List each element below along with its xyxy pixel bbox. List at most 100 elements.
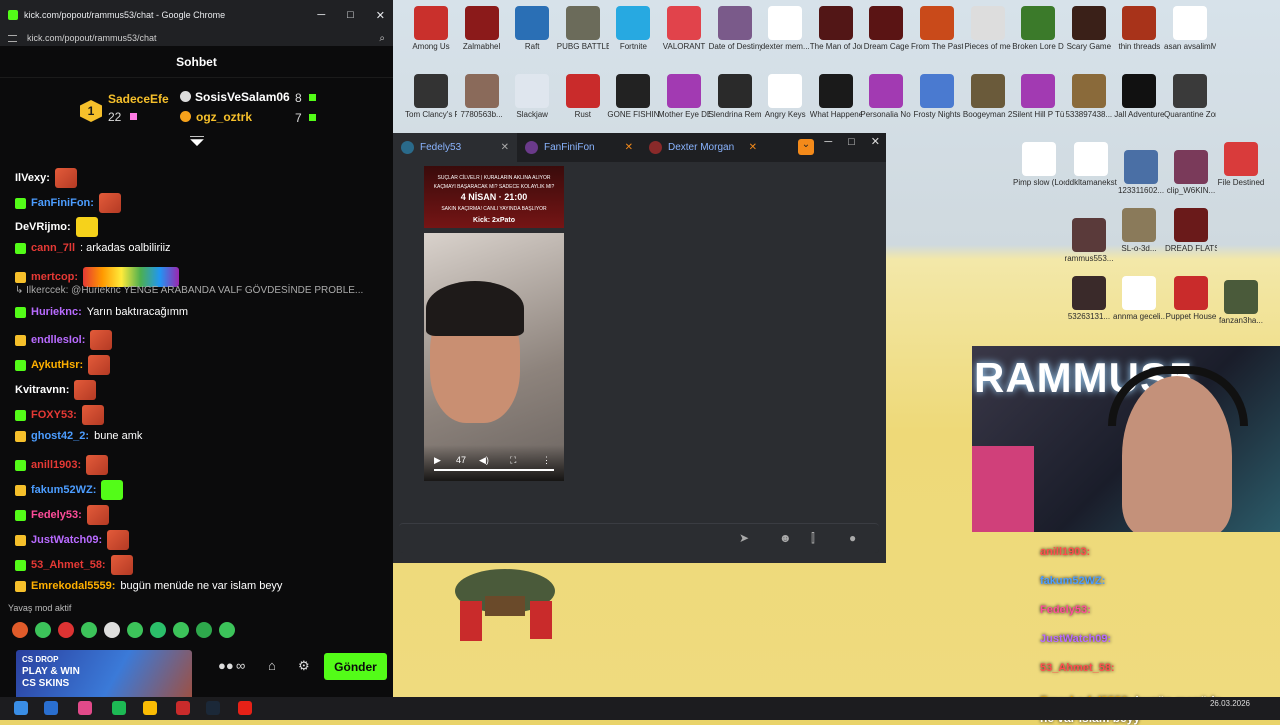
search-icon[interactable]: ⌕ (379, 33, 385, 44)
tab-fanfinifon[interactable]: FanFiniFon ✕ (517, 133, 641, 162)
close-icon[interactable]: ✕ (625, 142, 633, 153)
desktop-icon[interactable]: Broken Lore DON'T W... (1012, 6, 1064, 51)
infinity-icon[interactable]: ∞ (236, 658, 245, 673)
app-icon[interactable] (78, 701, 92, 715)
desktop-icon[interactable]: Fortnite (607, 6, 659, 51)
message-input[interactable]: ➤ ☻ ⫿ ● (399, 523, 879, 553)
event-poster-image[interactable]: SUÇLAR CİLVELR | KURALARIN AKLINA ALIYOR… (424, 166, 564, 228)
chat-username[interactable]: FanFiniFon: (31, 197, 94, 209)
gear-icon[interactable]: ⚙ (298, 658, 310, 674)
youtube-icon[interactable] (238, 701, 252, 715)
chat-username[interactable]: IlVexy: (15, 172, 50, 184)
desktop-icon[interactable]: Jall Adventure (1113, 74, 1165, 119)
desktop-icon[interactable]: Slendrina Remake (709, 74, 761, 119)
emote-icon[interactable] (12, 622, 28, 638)
more-icon[interactable]: ⋮ (542, 455, 551, 466)
chat-username[interactable]: JustWatch09: (31, 534, 102, 546)
desktop-icon[interactable]: Zalmabhel (456, 6, 508, 51)
desktop-icon[interactable]: Pieces of me (962, 6, 1014, 51)
desktop-icon[interactable]: Frosty Nights (911, 74, 963, 119)
play-icon[interactable]: ▶ (434, 455, 441, 466)
desktop-icon[interactable]: DREAD FLATS (1165, 208, 1217, 253)
desktop-icon[interactable]: dexter mem... (759, 6, 811, 51)
close-icon[interactable]: ✕ (749, 142, 757, 153)
desktop-icon[interactable]: Scary Game (1063, 6, 1115, 51)
chat-username[interactable]: mertcop: (31, 271, 78, 283)
desktop-icon[interactable]: From The Past (911, 6, 963, 51)
emote-icon[interactable] (35, 622, 51, 638)
chat-username[interactable]: cann_7ll (31, 242, 75, 254)
desktop-icon[interactable]: Rust (557, 74, 609, 119)
chat-username[interactable]: anill1903: (31, 459, 81, 471)
chat-username[interactable]: 53_Ahmet_58: (31, 559, 106, 571)
desktop-icon[interactable]: The Man of Jonah (810, 6, 862, 51)
desktop-icon[interactable]: VALORANT (658, 6, 710, 51)
steam-icon[interactable] (206, 701, 220, 715)
video-player[interactable]: ▶ 47 ◀) ⛶ ⋮ (424, 233, 564, 481)
emote-icon[interactable] (81, 622, 97, 638)
desktop-icon[interactable]: annma geceli... (1113, 276, 1165, 321)
emote-icon[interactable] (127, 622, 143, 638)
chrome-icon[interactable] (143, 701, 157, 715)
leader-name[interactable]: ogz_oztrk (196, 110, 252, 124)
send-button[interactable]: Gönder (324, 653, 387, 680)
tab-dexter-morgan[interactable]: Dexter Morgan ✕ (641, 133, 765, 162)
desktop-icon[interactable]: 123311602... (1115, 150, 1167, 195)
tab-fedely53[interactable]: Fedely53 ✕ (393, 133, 517, 162)
chat-username[interactable]: fakum52WZ: (31, 484, 96, 496)
desktop-icon[interactable]: Puppet House (1165, 276, 1217, 321)
emote-icon[interactable] (150, 622, 166, 638)
send-icon[interactable]: ➤ (739, 531, 749, 545)
volume-icon[interactable]: ◀) (479, 455, 489, 466)
desktop-icon[interactable]: What Happened... (810, 74, 862, 119)
users-icon[interactable]: ●● (218, 658, 234, 673)
desktop-icon[interactable]: thin threads (1113, 6, 1165, 51)
video-progress-bar[interactable] (434, 469, 554, 471)
desktop-icon[interactable]: Date of Destiny Ki... (709, 6, 761, 51)
chat-username[interactable]: Emrekodal5559: (31, 580, 115, 592)
minimize-button[interactable]: ─ (317, 9, 325, 22)
maximize-button[interactable]: □ (347, 9, 354, 22)
desktop-icon[interactable]: asan avsalimMP3 (1164, 6, 1216, 51)
desktop-icon[interactable]: Among Us (405, 6, 457, 51)
chat-username[interactable]: FOXY53: (31, 409, 77, 421)
chat-username[interactable]: Fedely53: (31, 509, 82, 521)
desktop-icon[interactable]: ddkltamanekst (1065, 142, 1117, 187)
desktop-icon[interactable]: Personalia No REM - 89 (860, 74, 912, 119)
app-icon[interactable] (176, 701, 190, 715)
desktop-icon[interactable]: Slackjaw (506, 74, 558, 119)
desktop-icon[interactable]: Pimp slow (Loop) (1013, 142, 1065, 187)
fullscreen-icon[interactable]: ⛶ (510, 455, 516, 466)
windows-icon[interactable] (14, 701, 28, 715)
chevron-down-icon[interactable]: ⌄ (798, 139, 814, 155)
emote-icon[interactable] (219, 622, 235, 638)
attach-icon[interactable]: ⫿ (811, 531, 815, 546)
address-bar[interactable]: kick.com/popout/rammus53/chat ⌕ (0, 30, 393, 46)
desktop-icon[interactable]: SL-o-3d... (1113, 208, 1165, 253)
maximize-button[interactable]: □ (848, 133, 855, 151)
desktop-icon[interactable]: 533897438... (1063, 74, 1115, 119)
emoji-icon[interactable]: ☻ (779, 531, 792, 545)
desktop-icon[interactable]: File Destined (1215, 142, 1267, 187)
desktop-icon[interactable]: Raft (506, 6, 558, 51)
desktop-icon[interactable]: clip_W6KIN... (1165, 150, 1217, 195)
desktop-icon[interactable]: GONE FISHING (607, 74, 659, 119)
desktop-icon[interactable]: Quarantine Zone The... (1164, 74, 1216, 119)
emote-icon[interactable] (196, 622, 212, 638)
spotify-icon[interactable] (112, 701, 126, 715)
desktop-icon[interactable]: Silent Hill P Türkçe Ya... (1012, 74, 1064, 119)
reply-preview[interactable]: ↳ Ilkerccek: @Hurieknc YENGE ARABANDA VA… (15, 285, 363, 296)
desktop-icon[interactable]: rammus553... (1063, 218, 1115, 263)
chat-username[interactable]: DeVRijmo: (15, 221, 71, 233)
chevron-down-icon[interactable] (190, 136, 204, 146)
store-icon[interactable]: ⌂ (268, 658, 276, 673)
desktop-icon[interactable]: Tom Clancy's Rainbow Six (405, 74, 457, 119)
chat-username[interactable]: endllesIol: (31, 334, 85, 346)
emote-icon[interactable] (58, 622, 74, 638)
close-icon[interactable]: ✕ (501, 142, 509, 153)
microphone-icon[interactable]: ● (849, 531, 856, 545)
chat-username[interactable]: Kvitravnn: (15, 384, 69, 396)
minimize-button[interactable]: ─ (824, 133, 832, 151)
emote-icon[interactable] (104, 622, 120, 638)
desktop-icon[interactable]: fanzan3ha... (1215, 280, 1267, 325)
